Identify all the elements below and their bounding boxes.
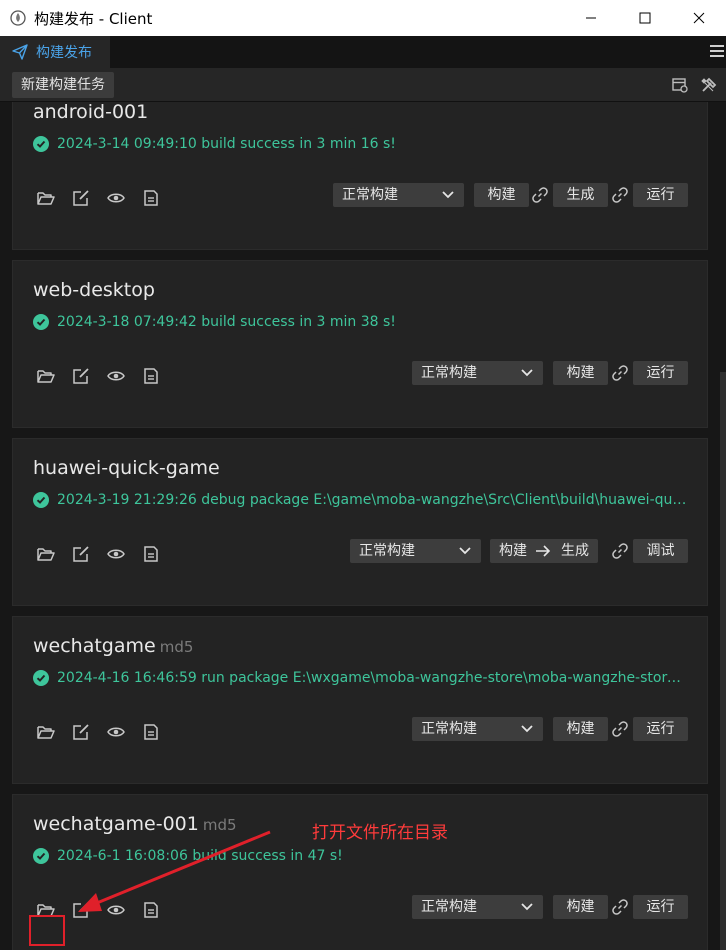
open-folder-icon[interactable] <box>37 545 55 563</box>
make-label: 生成 <box>561 543 589 559</box>
chevron-down-icon <box>442 191 454 199</box>
window-titlebar: 构建发布 - Client <box>0 0 726 36</box>
panel-tabbar: 构建发布 <box>0 36 726 68</box>
task-name: web-desktop <box>33 279 155 301</box>
calendar-settings-icon[interactable] <box>671 76 689 94</box>
build-mode-select[interactable]: 正常构建 <box>412 717 543 741</box>
task-name: android-001 <box>33 102 149 123</box>
build-button[interactable]: 构建 <box>553 361 608 385</box>
preview-eye-icon[interactable] <box>107 189 125 207</box>
link-icon[interactable] <box>611 720 629 738</box>
scrollbar[interactable] <box>720 372 726 950</box>
run-button[interactable]: 运行 <box>633 361 688 385</box>
task-status: 2024-6-1 16:08:06 build success in 47 s! <box>33 848 689 864</box>
build-task-card: huawei-quick-game 2024-3-19 21:29:26 deb… <box>12 438 708 606</box>
task-status: 2024-3-14 09:49:10 build success in 3 mi… <box>33 136 689 152</box>
log-file-icon[interactable] <box>142 545 160 563</box>
task-status-message: 2024-3-18 07:49:42 build success in 3 mi… <box>57 314 396 330</box>
build-mode-select[interactable]: 正常构建 <box>412 361 543 385</box>
minimize-icon <box>586 17 596 19</box>
build-label: 构建 <box>499 543 527 559</box>
log-file-icon[interactable] <box>142 901 160 919</box>
edit-config-icon[interactable] <box>72 545 90 563</box>
preview-eye-icon[interactable] <box>107 723 125 741</box>
chevron-down-icon <box>521 903 533 911</box>
edit-config-icon[interactable] <box>72 901 90 919</box>
task-name: wechatgame md5 <box>33 635 194 657</box>
preview-eye-icon[interactable] <box>107 901 125 919</box>
window-title: 构建发布 - Client <box>34 9 153 28</box>
maximize-icon <box>639 12 651 24</box>
edit-config-icon[interactable] <box>72 723 90 741</box>
debug-button[interactable]: 调试 <box>633 539 688 563</box>
tools-icon[interactable] <box>700 76 718 94</box>
open-folder-icon[interactable] <box>37 189 55 207</box>
edit-config-icon[interactable] <box>72 367 90 385</box>
annotation-callout: 打开文件所在目录 <box>312 823 448 843</box>
task-status-message: 2024-6-1 16:08:06 build success in 47 s! <box>57 848 343 864</box>
link-icon[interactable] <box>611 186 629 204</box>
close-button[interactable] <box>672 0 726 36</box>
success-check-icon <box>33 136 49 152</box>
minimize-button[interactable] <box>564 0 618 36</box>
success-check-icon <box>33 314 49 330</box>
build-button[interactable]: 构建 <box>553 717 608 741</box>
task-status-message: 2024-3-14 09:49:10 build success in 3 mi… <box>57 136 396 152</box>
link-icon[interactable] <box>611 364 629 382</box>
tab-label: 构建发布 <box>36 45 92 61</box>
chevron-down-icon <box>459 547 471 555</box>
arrow-right-icon <box>536 545 551 557</box>
build-task-card: web-desktop 2024-3-18 07:49:42 build suc… <box>12 260 708 428</box>
log-file-icon[interactable] <box>142 189 160 207</box>
app-logo-icon <box>10 10 26 26</box>
link-icon[interactable] <box>611 898 629 916</box>
link-icon[interactable] <box>611 542 629 560</box>
task-status-message: 2024-4-16 16:46:59 run package E:\wxgame… <box>57 670 689 686</box>
log-file-icon[interactable] <box>142 723 160 741</box>
annotation-highlight-box <box>29 915 65 946</box>
chevron-down-icon <box>521 369 533 377</box>
success-check-icon <box>33 492 49 508</box>
edit-config-icon[interactable] <box>72 189 90 207</box>
tab-build-publish[interactable]: 构建发布 <box>0 36 110 68</box>
build-button[interactable]: 构建 <box>553 895 608 919</box>
task-name: huawei-quick-game <box>33 457 220 479</box>
build-button[interactable]: 构建 <box>474 183 529 207</box>
chevron-down-icon <box>521 725 533 733</box>
panel-menu-icon[interactable] <box>708 42 726 60</box>
log-file-icon[interactable] <box>142 367 160 385</box>
build-task-card: android-001 2024-3-14 09:49:10 build suc… <box>12 102 708 250</box>
new-build-task-button[interactable]: 新建构建任务 <box>12 72 114 98</box>
success-check-icon <box>33 670 49 686</box>
task-status: 2024-4-16 16:46:59 run package E:\wxgame… <box>33 670 689 686</box>
run-button[interactable]: 运行 <box>633 895 688 919</box>
preview-eye-icon[interactable] <box>107 545 125 563</box>
close-icon <box>693 12 705 24</box>
success-check-icon <box>33 848 49 864</box>
task-status: 2024-3-18 07:49:42 build success in 3 mi… <box>33 314 689 330</box>
build-mode-select[interactable]: 正常构建 <box>333 183 464 207</box>
md5-badge: md5 <box>202 816 237 834</box>
run-button[interactable]: 运行 <box>633 717 688 741</box>
build-mode-select[interactable]: 正常构建 <box>412 895 543 919</box>
build-then-make-button[interactable]: 构建 生成 <box>490 539 598 563</box>
make-button[interactable]: 生成 <box>553 183 608 207</box>
build-task-card: wechatgame md5 2024-4-16 16:46:59 run pac… <box>12 616 708 784</box>
link-icon[interactable] <box>531 186 549 204</box>
maximize-button[interactable] <box>618 0 672 36</box>
run-button[interactable]: 运行 <box>633 183 688 207</box>
open-folder-icon[interactable] <box>37 723 55 741</box>
task-status-message: 2024-3-19 21:29:26 debug package E:\game… <box>57 492 689 508</box>
preview-eye-icon[interactable] <box>107 367 125 385</box>
md5-badge: md5 <box>159 638 194 656</box>
task-status: 2024-3-19 21:29:26 debug package E:\game… <box>33 492 689 508</box>
open-folder-icon[interactable] <box>37 367 55 385</box>
toolbar: 新建构建任务 <box>0 68 726 102</box>
task-name: wechatgame-001 md5 <box>33 813 237 835</box>
send-icon <box>12 44 28 60</box>
build-mode-select[interactable]: 正常构建 <box>350 539 481 563</box>
